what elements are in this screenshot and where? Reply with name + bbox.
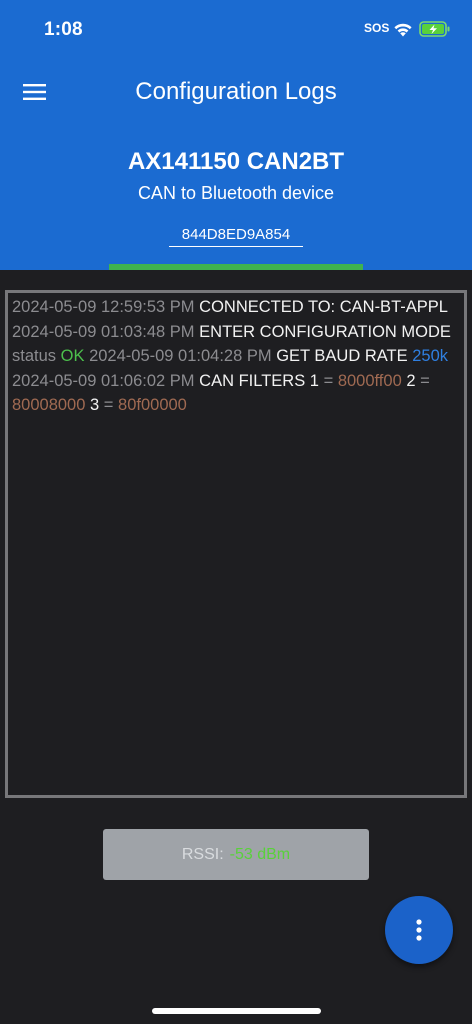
log-entry: 2024-05-09 01:04:28 PM GET BAUD RATE 250…: [89, 347, 448, 365]
log-command: GET BAUD RATE: [276, 347, 408, 365]
device-id-link[interactable]: 844D8ED9A854: [169, 226, 303, 247]
more-options-button[interactable]: [385, 896, 453, 964]
log-timestamp: 2024-05-09 01:04:28 PM: [89, 347, 272, 365]
log-entry: 2024-05-09 12:59:53 PM CONNECTED TO: CAN…: [12, 298, 447, 316]
log-value: OK: [60, 347, 85, 365]
log-timestamp: 2024-05-09 01:06:02 PM: [12, 371, 195, 390]
tab-indicator: [109, 264, 363, 270]
log-command: CONNECTED TO: CAN-BT-APPL: [199, 298, 448, 316]
filter-value: 80008000: [12, 396, 86, 414]
rssi-label: RSSI:: [181, 845, 224, 863]
home-indicator[interactable]: [152, 1008, 321, 1014]
status-time: 1:08: [44, 19, 83, 40]
device-name: AX141150 CAN2BT: [127, 148, 345, 175]
filter-index: 3: [90, 396, 100, 414]
filter-equals: =: [323, 371, 334, 390]
device-description: CAN to Bluetooth device: [137, 183, 335, 203]
log-command: CAN FILTERS: [199, 371, 306, 390]
filter-value: 8000ff00: [337, 371, 402, 390]
log-timestamp: 2024-05-09 12:59:53 PM: [12, 298, 195, 316]
wifi-icon: [394, 23, 412, 37]
rssi-button[interactable]: RSSI: -53 dBm: [103, 829, 369, 880]
filter-equals: =: [103, 396, 114, 414]
log-label: status: [12, 347, 57, 365]
log-entry: 2024-05-09 01:06:02 PM CAN FILTERS 1 = 8…: [12, 372, 430, 415]
rssi-value: -53 dBm: [229, 845, 291, 863]
filter-index: 2: [406, 371, 416, 390]
app-header: 1:08 SOS Configuration Logs AX141150 CAN…: [0, 0, 472, 270]
log-command: ENTER CONFIGURATION MODE: [199, 322, 451, 341]
filter-equals: =: [420, 371, 430, 390]
log-value: 250k: [412, 347, 449, 365]
filter-index: 1: [309, 371, 319, 390]
log-panel[interactable]: 2024-05-09 12:59:53 PM CONNECTED TO: CAN…: [5, 290, 467, 798]
battery-charging-icon: [419, 21, 450, 37]
page-title: Configuration Logs: [135, 78, 337, 105]
more-vertical-icon: [416, 919, 422, 941]
status-sos: SOS: [364, 21, 390, 35]
log-timestamp: 2024-05-09 01:03:48 PM: [12, 322, 195, 341]
filter-value: 80f00000: [118, 396, 187, 414]
